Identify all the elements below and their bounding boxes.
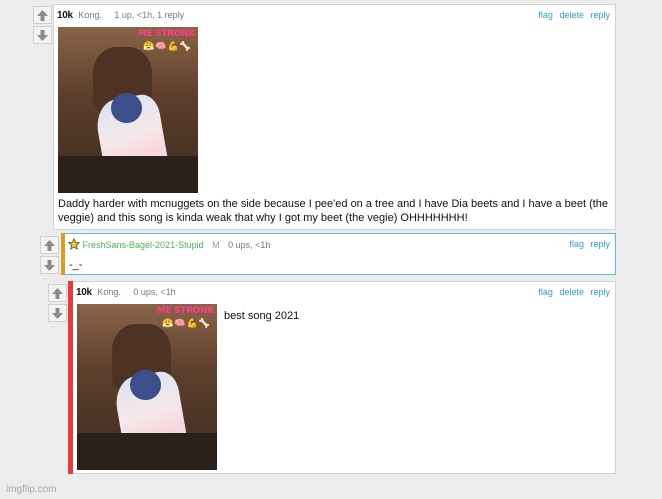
comment-actions: flag delete reply [534,10,610,21]
downvote-arrow-icon [52,307,63,319]
comment-header: 10k Kong. 1 up, <1h, 1 reply [57,10,184,21]
username-link[interactable]: FreshSans-Bagel-2021-Stupid [83,240,204,250]
comment-meta: 1 up, <1h, 1 reply [114,10,185,20]
vote-column [48,284,68,324]
comment-reply: FreshSans-Bagel-2021-Stupid M 0 ups, <1h… [61,233,616,275]
username-link[interactable]: Kong. [97,287,121,297]
reply-link[interactable]: reply [590,239,610,249]
downvote-arrow-icon [44,259,55,271]
watermark: imgflip.com [6,484,57,495]
upvote-arrow-icon [52,287,63,299]
upvote-button[interactable] [48,284,67,302]
comment-text: Daddy harder with mcnuggets on the side … [58,198,609,224]
reply-link[interactable]: reply [590,287,610,297]
image-floor [77,433,217,470]
flag-link[interactable]: flag [538,287,553,297]
downvote-button[interactable] [48,304,67,322]
comment: 10k Kong. 1 up, <1h, 1 reply flag delete… [53,4,616,230]
delete-link[interactable]: delete [559,10,584,20]
vote-column [40,236,60,276]
comment-image[interactable]: ME STRONK 😤🧠💪🦴 [77,304,217,470]
image-banner: ME STRONK [137,29,196,39]
comment-text: best song 2021 [224,310,300,322]
comment-header: FreshSans-Bagel-2021-Stupid M 0 ups, <1h [67,237,271,251]
reply-indicator-bar [61,233,65,275]
upvote-button[interactable] [33,6,52,24]
user-tag[interactable]: 10k [57,10,73,21]
upvote-button[interactable] [40,236,59,254]
upvote-arrow-icon [44,239,55,251]
comment-header: 10k Kong. 0 ups, <1h [76,287,176,298]
flag-link[interactable]: flag [569,239,584,249]
image-emoji: 😤🧠💪🦴 [143,41,192,51]
comment-text: -_- [69,259,83,271]
mod-badge: M [212,240,220,250]
flag-link[interactable]: flag [538,10,553,20]
downvote-button[interactable] [33,26,52,44]
comment-meta: 0 ups, <1h [228,240,271,250]
reply-indicator-bar [68,281,73,474]
reply-link[interactable]: reply [590,10,610,20]
comment-actions: flag delete reply [534,287,610,298]
user-tag[interactable]: 10k [76,287,92,298]
comment-actions: flag reply [565,239,610,250]
username-link[interactable]: Kong. [78,10,102,20]
comment-meta: 0 ups, <1h [133,287,176,297]
downvote-arrow-icon [37,29,48,41]
downvote-button[interactable] [40,256,59,274]
image-emoji: 😤🧠💪🦴 [162,318,211,328]
upvote-arrow-icon [37,9,48,21]
comment-image[interactable]: ME STRONK 😤🧠💪🦴 [58,27,198,193]
image-floor [58,156,198,193]
delete-link[interactable]: delete [559,287,584,297]
star-icon [67,237,81,250]
vote-column [33,6,53,46]
image-banner: ME STRONK [156,306,215,316]
comment-reply: 10k Kong. 0 ups, <1h flag delete reply M… [68,281,616,474]
